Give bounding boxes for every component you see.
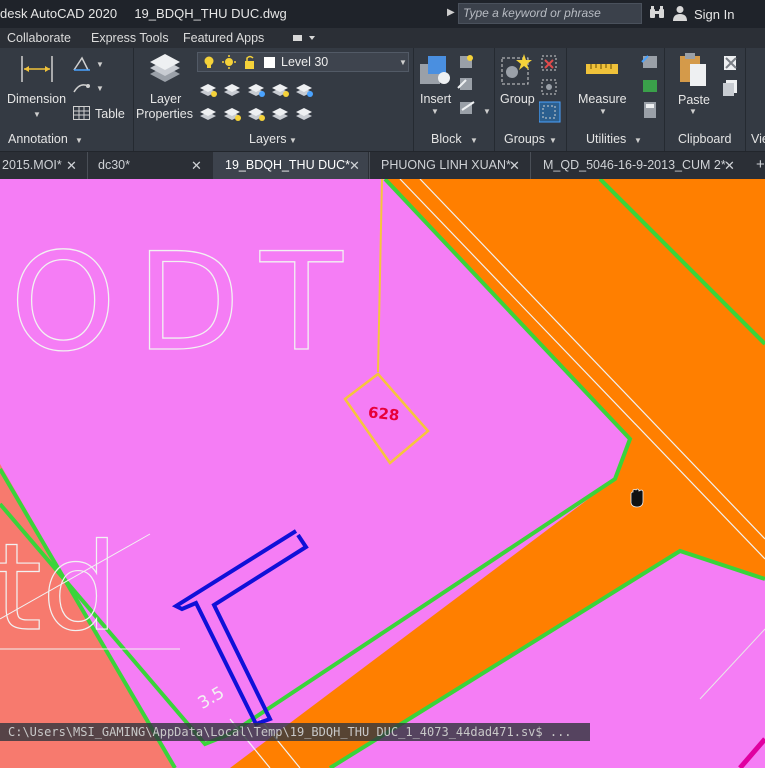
leader-icon[interactable] bbox=[72, 80, 92, 96]
insert-button[interactable]: Insert bbox=[420, 92, 451, 106]
panel-separator bbox=[745, 48, 746, 151]
panel-separator bbox=[494, 48, 495, 151]
panel-separator bbox=[413, 48, 414, 151]
layer-state-icons bbox=[204, 55, 275, 69]
paste-button[interactable]: Paste bbox=[678, 93, 710, 107]
paste-icon[interactable] bbox=[678, 52, 708, 88]
current-layer: Level 30 bbox=[281, 55, 329, 69]
search-input[interactable]: Type a keyword or phrase bbox=[458, 3, 642, 24]
pan-hand-cursor-icon bbox=[630, 488, 644, 508]
ribbon-options-icon[interactable] bbox=[289, 32, 325, 44]
clipboard-tools-icons[interactable] bbox=[721, 54, 741, 100]
app-title: desk AutoCAD 2020 bbox=[0, 6, 118, 21]
file-tab[interactable]: M_QD_5046-16-9-2013_CUM 2* ✕ bbox=[530, 152, 751, 179]
zone-letters-partial: td bbox=[0, 519, 118, 658]
group-button[interactable]: Group bbox=[500, 92, 535, 106]
ribbon-tab-bar: Collaborate Express Tools Featured Apps bbox=[0, 28, 765, 48]
group-tools-icons[interactable] bbox=[539, 54, 561, 124]
file-tab-label: dc30* bbox=[98, 158, 130, 172]
file-tab-label: 19_BDQH_THU DUC* bbox=[225, 158, 351, 172]
file-tab[interactable]: dc30* ✕ bbox=[87, 152, 213, 179]
tab-express-tools[interactable]: Express Tools bbox=[91, 31, 169, 45]
file-tab-label: PHUONG LINH XUAN* bbox=[381, 158, 511, 172]
command-line[interactable]: C:\Users\MSI_GAMING\AppData\Local\Temp\1… bbox=[0, 723, 590, 741]
block-tools-dropdown-icon[interactable]: ▼ bbox=[483, 107, 491, 116]
sign-in-link[interactable]: Sign In bbox=[694, 7, 734, 22]
tab-collaborate[interactable]: Collaborate bbox=[7, 31, 71, 45]
layer-tools-icons[interactable] bbox=[198, 80, 320, 126]
search-expand-icon[interactable]: ▶ bbox=[447, 7, 455, 18]
groups-panel-expand-icon[interactable]: ▼ bbox=[549, 136, 557, 145]
layer-dropdown-arrow-icon[interactable]: ▼ bbox=[399, 58, 407, 67]
tab-featured-apps[interactable]: Featured Apps bbox=[183, 31, 264, 45]
block-panel-label[interactable]: Block bbox=[431, 132, 462, 146]
block-panel-expand-icon[interactable]: ▼ bbox=[470, 136, 478, 145]
file-tab-active[interactable]: 19_BDQH_THU DUC* ✕ bbox=[213, 152, 368, 179]
annotation-panel-expand-icon[interactable]: ▼ bbox=[75, 136, 83, 145]
layer-properties-button[interactable]: Properties bbox=[136, 107, 193, 121]
view-panel-label[interactable]: Vie bbox=[751, 132, 765, 146]
panel-separator bbox=[566, 48, 567, 151]
title-bar: desk AutoCAD 2020 19_BDQH_THU DUC.dwg ▶ … bbox=[0, 0, 765, 28]
close-icon[interactable]: ✕ bbox=[349, 152, 360, 179]
file-tab-label: 2015.MOI* bbox=[2, 158, 62, 172]
drawing-svg[interactable]: ODT td 628 3.5 bbox=[0, 179, 765, 768]
binoculars-icon[interactable] bbox=[649, 6, 665, 20]
paste-dropdown-icon[interactable]: ▼ bbox=[689, 107, 697, 116]
close-icon[interactable]: ✕ bbox=[66, 152, 77, 179]
layer-label-line1[interactable]: Layer bbox=[150, 92, 181, 106]
close-icon[interactable]: ✕ bbox=[191, 152, 202, 179]
parcel-number: 628 bbox=[367, 403, 400, 424]
utilities-panel-expand-icon[interactable]: ▼ bbox=[634, 136, 642, 145]
group-icon[interactable] bbox=[500, 52, 534, 86]
utilities-panel-label[interactable]: Utilities bbox=[586, 132, 626, 146]
table-icon[interactable] bbox=[73, 106, 90, 120]
file-tab[interactable]: 2015.MOI* ✕ bbox=[0, 152, 86, 179]
insert-dropdown-icon[interactable]: ▼ bbox=[431, 107, 439, 116]
window-title: desk AutoCAD 2020 19_BDQH_THU DUC.dwg bbox=[0, 6, 287, 21]
panel-separator bbox=[664, 48, 665, 151]
file-tab-label: M_QD_5046-16-9-2013_CUM 2* bbox=[543, 158, 726, 172]
dimension-icon[interactable] bbox=[20, 54, 54, 84]
file-tab[interactable]: PHUONG LINH XUAN* ✕ bbox=[369, 152, 530, 179]
measure-icon[interactable] bbox=[585, 62, 619, 76]
measure-dropdown-icon[interactable]: ▼ bbox=[599, 107, 607, 116]
layers-panel-label[interactable]: Layers bbox=[249, 132, 287, 146]
dimension-dropdown-icon[interactable]: ▼ bbox=[33, 110, 41, 119]
drawing-canvas[interactable]: ODT td 628 3.5 bbox=[0, 179, 765, 768]
layers-panel-expand-icon[interactable]: ▼ bbox=[289, 136, 297, 145]
close-icon[interactable]: ✕ bbox=[509, 152, 520, 179]
dimension-button[interactable]: Dimension bbox=[7, 92, 66, 106]
block-tools-icons[interactable] bbox=[456, 54, 478, 124]
annotation-panel-label[interactable]: Annotation bbox=[8, 132, 68, 146]
groups-panel-label[interactable]: Groups bbox=[504, 132, 545, 146]
layer-properties-icon[interactable] bbox=[148, 54, 182, 84]
text-dropdown-icon[interactable]: ▼ bbox=[96, 60, 104, 69]
new-tab-icon[interactable]: + bbox=[756, 156, 765, 173]
clipboard-panel-label[interactable]: Clipboard bbox=[678, 132, 732, 146]
file-tab-bar: 2015.MOI* ✕ dc30* ✕ 19_BDQH_THU DUC* ✕ P… bbox=[0, 152, 765, 179]
layer-dropdown[interactable]: Level 30 ▼ bbox=[197, 52, 409, 72]
panel-separator bbox=[133, 48, 134, 151]
insert-block-icon[interactable] bbox=[418, 52, 452, 86]
leader-dropdown-icon[interactable]: ▼ bbox=[96, 84, 104, 93]
text-icon[interactable] bbox=[72, 56, 92, 72]
zone-code-text: ODT bbox=[10, 224, 363, 381]
ribbon: Dimension ▼ ▼ ▼ Table Annotation ▼ Layer… bbox=[0, 48, 765, 152]
close-icon[interactable]: ✕ bbox=[724, 152, 735, 179]
utility-tools-icons[interactable] bbox=[640, 54, 660, 124]
table-button[interactable]: Table bbox=[95, 107, 125, 121]
user-icon[interactable] bbox=[673, 5, 687, 21]
measure-button[interactable]: Measure bbox=[578, 92, 627, 106]
file-name: 19_BDQH_THU DUC.dwg bbox=[134, 6, 287, 21]
